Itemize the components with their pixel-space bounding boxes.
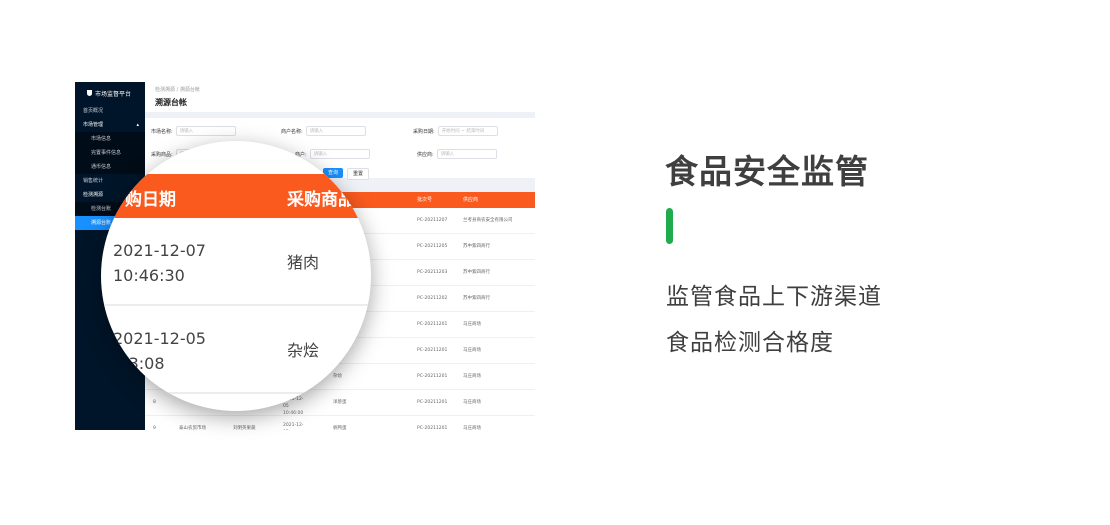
magnified-goods: 杂烩 <box>287 341 320 360</box>
col-batch: 批次号 <box>417 197 433 203</box>
date-range-input[interactable]: 开始时间 ~ 结束时间 <box>437 126 498 136</box>
accent-bar <box>666 208 673 244</box>
sidebar-item-currency[interactable]: 通币信息 <box>75 160 145 174</box>
feature-line-2: 食品检测合格度 <box>666 330 834 356</box>
col-supplier: 供应商 <box>463 197 479 203</box>
magnified-table-header: 购日期 采购商品 <box>101 174 371 218</box>
table-row[interactable]: 9 泰山农贸市场 刘明英果蔬 2021-12-05 10:46:00 帆鸭蛋 P… <box>145 416 535 430</box>
magnified-date: 2021-12-05 :53:08 <box>113 329 206 373</box>
shield-icon <box>87 90 92 96</box>
brand-name: 市场监督平台 <box>95 90 132 98</box>
magnified-date: 2021-12-07 10:46:30 <box>113 241 206 285</box>
sidebar-item-events[interactable]: 完置事件信息 <box>75 146 145 160</box>
magnified-col-date: 购日期 <box>125 190 176 210</box>
feature-title: 食品安全监管 <box>665 152 869 191</box>
magnifier-lens: 购日期 采购商品 2021-12-07 10:46:30 猪肉 2021-12-… <box>101 141 371 411</box>
sidebar-brand: 市场监督平台 <box>75 82 145 104</box>
date-filter: 采购日期: 开始时间 ~ 结束时间 <box>413 126 498 136</box>
magnified-row: 2021-12-07 10:46:30 猪肉 <box>101 218 371 306</box>
feature-line-1: 监管食品上下游渠道 <box>666 284 882 310</box>
breadcrumb: 检测溯源 / 溯源台帐 <box>155 87 200 93</box>
market-filter: 市场名称: 请输入 <box>151 126 236 136</box>
sidebar-item-market-info[interactable]: 市场信息 <box>75 132 145 146</box>
sidebar-item-home[interactable]: 首页概况 <box>75 104 145 118</box>
magnified-col-goods: 采购商品 <box>287 190 355 210</box>
tenant-input[interactable]: 请输入 <box>305 126 366 136</box>
supplier-filter: 供应商: 请输入 <box>417 149 497 159</box>
page-title: 溯源台帐 <box>155 98 187 107</box>
page-header: 检测溯源 / 溯源台帐 溯源台帐 <box>145 82 535 112</box>
sidebar-group-market[interactable]: 市场管理 ▴ <box>75 118 145 132</box>
market-input[interactable]: 请输入 <box>175 126 236 136</box>
magnified-row: 2021-12-05 :53:08 杂烩 <box>101 306 371 394</box>
magnified-goods: 猪肉 <box>287 253 320 272</box>
caret-up-icon: ▴ <box>136 122 139 128</box>
merchant-input[interactable]: 请输入 <box>309 149 370 159</box>
tenant-filter: 商户名称: 请输入 <box>281 126 366 136</box>
supplier-input[interactable]: 请输入 <box>436 149 497 159</box>
merchant-filter: 商户: 请输入 <box>295 149 370 159</box>
